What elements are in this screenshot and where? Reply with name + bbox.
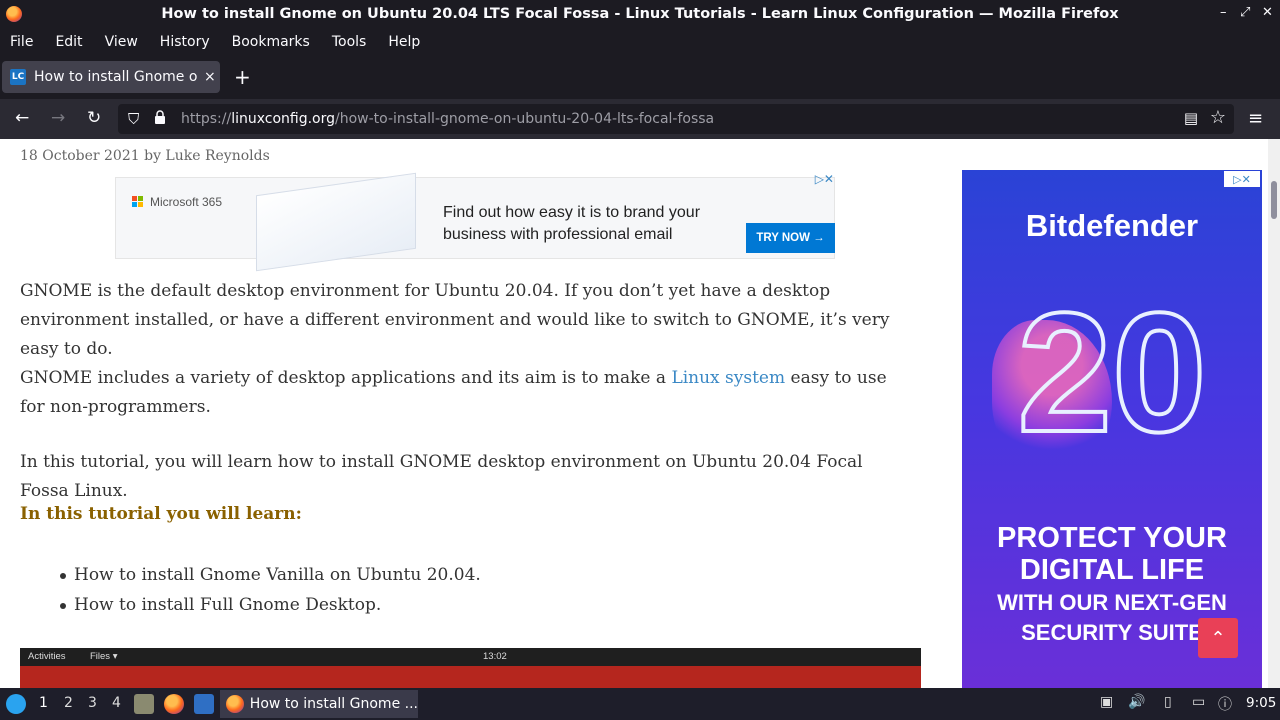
- bitdefender-logo: Bitdefender: [1025, 208, 1199, 243]
- bitdefender-ad[interactable]: ▷✕ Bitdefender 20 PROTECT YOUR DIGITAL L…: [962, 170, 1262, 688]
- back-button[interactable]: ←: [15, 108, 29, 128]
- screenshot-clock: 13:02: [483, 651, 507, 662]
- window-titlebar: How to install Gnome on Ubuntu 20.04 LTS…: [0, 0, 1280, 29]
- ad-choices-icon[interactable]: ▷✕: [815, 172, 834, 186]
- scrollbar-thumb[interactable]: [1271, 181, 1277, 219]
- page-scrollbar[interactable]: [1268, 139, 1280, 688]
- minimize-icon[interactable]: –: [1220, 5, 1227, 20]
- clipboard-icon[interactable]: ▣: [1100, 694, 1113, 710]
- menu-bar: File Edit View History Bookmarks Tools H…: [0, 29, 1280, 55]
- web-page: 18 October 2021 by Luke Reynolds Microso…: [0, 139, 1280, 688]
- screenshot-files-menu: Files ▾: [90, 651, 118, 662]
- workspace-2[interactable]: 2: [64, 695, 73, 711]
- linuxconfig-favicon-icon: LC: [10, 69, 26, 85]
- screenshot-activities: Activities: [28, 651, 66, 662]
- update-notifier-icon[interactable]: ⓘ: [1218, 694, 1232, 714]
- tracking-protection-shield-icon[interactable]: ⛉: [128, 110, 139, 128]
- menu-file[interactable]: File: [10, 34, 33, 50]
- ad-choices-icon[interactable]: ▷✕: [1224, 171, 1260, 187]
- list-item: How to install Full Gnome Desktop.: [60, 590, 481, 620]
- menu-bookmarks[interactable]: Bookmarks: [232, 34, 310, 50]
- start-menu-icon[interactable]: [6, 694, 26, 714]
- volume-icon[interactable]: 🔊: [1128, 694, 1145, 710]
- menu-tools[interactable]: Tools: [332, 34, 367, 50]
- file-manager-icon[interactable]: [134, 694, 154, 714]
- desktop-icon[interactable]: [194, 694, 214, 714]
- notes-icon[interactable]: ▯: [1164, 694, 1172, 710]
- network-icon[interactable]: ▭: [1192, 694, 1205, 710]
- bookmark-star-icon[interactable]: ☆: [1210, 107, 1226, 128]
- article-byline: 18 October 2021 by Luke Reynolds: [20, 148, 270, 164]
- menu-help[interactable]: Help: [388, 34, 420, 50]
- taskbar-clock: 9:05: [1246, 695, 1277, 711]
- gnome-screenshot-image: Activities Files ▾ 13:02: [20, 648, 921, 688]
- back-to-top-button[interactable]: ⌃: [1198, 618, 1238, 658]
- paragraph-tutorial: In this tutorial, you will learn how to …: [20, 452, 863, 501]
- menu-history[interactable]: History: [160, 34, 210, 50]
- try-now-button[interactable]: TRY NOW →: [746, 223, 835, 253]
- screenshot-topbar: Activities Files ▾ 13:02: [20, 648, 921, 666]
- list-item: How to install Gnome Vanilla on Ubuntu 2…: [60, 560, 481, 590]
- menu-view[interactable]: View: [105, 34, 138, 50]
- workspace-4[interactable]: 4: [112, 695, 121, 711]
- ad-headline: Find out how easy it is to brand your bu…: [443, 204, 701, 243]
- url-bar[interactable]: ⛉ https://linuxconfig.org/how-to-install…: [118, 104, 1234, 134]
- paragraph-intro: GNOME is the default desktop environment…: [20, 281, 890, 359]
- menu-edit[interactable]: Edit: [55, 34, 82, 50]
- taskbar-window-firefox[interactable]: How to install Gnome ...: [220, 690, 418, 718]
- reload-button[interactable]: ↻: [87, 108, 101, 128]
- firefox-icon: [226, 695, 244, 713]
- reader-view-icon[interactable]: ▤: [1184, 109, 1198, 127]
- tab-close-icon[interactable]: ×: [204, 69, 216, 85]
- paragraph-apps: GNOME includes a variety of desktop appl…: [20, 368, 887, 417]
- navigation-toolbar: ← → ↻ ⛉ https://linuxconfig.org/how-to-i…: [0, 99, 1280, 139]
- tab-bar: LC How to install Gnome on × +: [0, 55, 1280, 99]
- maximize-icon[interactable]: ⤢: [1240, 5, 1250, 20]
- learn-heading: In this tutorial you will learn:: [20, 504, 302, 524]
- tab-label: How to install Gnome on: [34, 69, 198, 85]
- forward-button[interactable]: →: [51, 108, 65, 128]
- ad-twenty-graphic: 20: [1015, 278, 1208, 468]
- ad-slogan-line3: WITH OUR NEXT-GEN: [997, 590, 1227, 615]
- workspace-3[interactable]: 3: [88, 695, 97, 711]
- lock-icon[interactable]: [154, 110, 166, 124]
- microsoft-ad-banner[interactable]: Microsoft 365 Find out how easy it is to…: [115, 172, 835, 272]
- learn-list: How to install Gnome Vanilla on Ubuntu 2…: [60, 560, 481, 620]
- new-tab-button[interactable]: +: [234, 67, 251, 87]
- linux-system-link[interactable]: Linux system: [671, 368, 785, 388]
- window-title: How to install Gnome on Ubuntu 20.04 LTS…: [161, 6, 1119, 22]
- system-taskbar: 1 2 3 4 How to install Gnome ... ▣ 🔊 ▯ ▭…: [0, 688, 1280, 720]
- ad-slogan-line1: PROTECT YOUR: [997, 522, 1227, 554]
- url-text[interactable]: https://linuxconfig.org/how-to-install-g…: [181, 111, 714, 127]
- workspace-1[interactable]: 1: [39, 695, 48, 711]
- tab-active[interactable]: LC How to install Gnome on ×: [2, 61, 220, 93]
- app-menu-button[interactable]: ≡: [1248, 108, 1263, 129]
- close-window-icon[interactable]: ✕: [1262, 5, 1273, 20]
- microsoft-logo-icon: [132, 196, 144, 208]
- ad-product-image: [256, 172, 416, 272]
- firefox-launcher-icon[interactable]: [164, 694, 184, 714]
- ad-slogan-line2: DIGITAL LIFE: [1019, 554, 1205, 586]
- microsoft-logo: Microsoft 365: [132, 195, 222, 209]
